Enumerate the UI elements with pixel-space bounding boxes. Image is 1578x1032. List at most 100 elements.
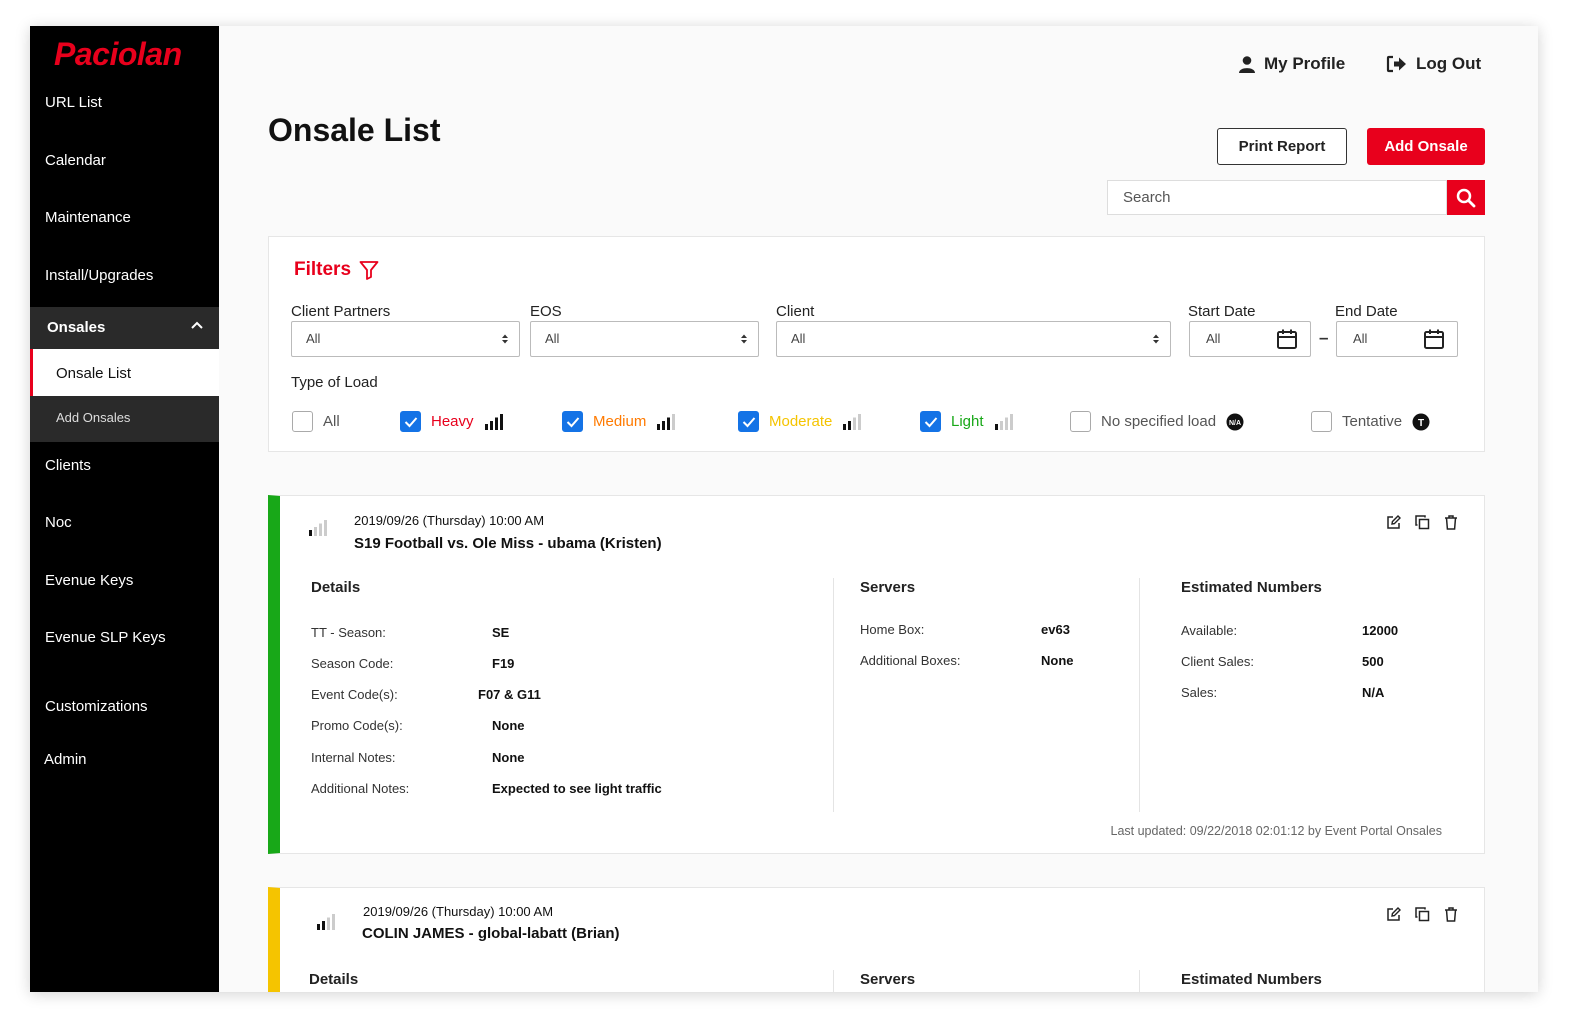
load-type-medium[interactable]: Medium [562, 411, 676, 432]
delete-icon[interactable] [1444, 515, 1458, 530]
onsale-name: COLIN JAMES - global-labatt (Brian) [362, 925, 620, 942]
detail-value: F19 [492, 656, 515, 671]
column-divider [833, 970, 834, 992]
sidebar-item-maintenance[interactable]: Maintenance [45, 209, 131, 226]
eos-label: EOS [530, 303, 562, 320]
svg-text:T: T [1418, 417, 1424, 428]
eos-select[interactable]: All [530, 321, 759, 357]
start-date-value: All [1206, 331, 1221, 346]
search-input[interactable]: Search [1107, 180, 1447, 215]
server-value: ev63 [1041, 622, 1070, 637]
detail-value: None [492, 718, 525, 733]
column-divider [833, 578, 834, 812]
user-icon [1239, 56, 1255, 73]
sidebar-group-onsales[interactable]: Onsales [30, 307, 219, 349]
check-icon [566, 416, 579, 427]
sidebar-item-evenue-slp-keys[interactable]: Evenue SLP Keys [45, 629, 166, 646]
load-type-tentative[interactable]: Tentative T [1311, 411, 1430, 432]
copy-icon[interactable] [1415, 907, 1430, 922]
sidebar-item-customizations[interactable]: Customizations [45, 698, 148, 715]
search-button[interactable] [1447, 180, 1485, 215]
sidebar-item-install-upgrades[interactable]: Install/Upgrades [45, 267, 153, 284]
filter-icon [359, 261, 379, 280]
column-divider [1139, 970, 1140, 992]
load-type-label: No specified load [1101, 413, 1217, 430]
load-type-all[interactable]: All [292, 411, 340, 432]
load-type-light[interactable]: Light [920, 411, 1014, 432]
print-report-button[interactable]: Print Report [1217, 128, 1347, 165]
onsale-actions [1386, 907, 1458, 922]
server-label: Additional Boxes: [860, 653, 961, 668]
my-profile-link[interactable]: My Profile [1238, 54, 1345, 74]
start-date-label: Start Date [1188, 303, 1256, 320]
client-partners-value: All [306, 331, 321, 346]
detail-label: Season Code: [311, 656, 394, 671]
load-type-label: Heavy [431, 413, 474, 430]
checkbox-checked[interactable] [562, 411, 583, 432]
checkbox[interactable] [1311, 411, 1332, 432]
filters-title: Filters [294, 259, 352, 280]
delete-icon[interactable] [1444, 907, 1458, 922]
end-date-value: All [1353, 331, 1368, 346]
detail-value: Expected to see light traffic [492, 781, 662, 796]
sidebar-item-admin[interactable]: Admin [44, 751, 87, 768]
log-out-link[interactable]: Log Out [1386, 54, 1481, 74]
onsale-date: 2019/09/26 (Thursday) 10:00 AM [354, 513, 545, 528]
load-type-label: Medium [593, 413, 647, 430]
client-label: Client [776, 303, 815, 320]
edit-icon[interactable] [1386, 515, 1401, 530]
edit-icon[interactable] [1386, 907, 1401, 922]
client-partners-select[interactable]: All [291, 321, 520, 357]
signal-moderate-icon [843, 413, 862, 430]
load-type-no-specified[interactable]: No specified load N/A [1070, 411, 1244, 432]
detail-value: F07 & G11 [478, 687, 541, 702]
client-partners-label: Client Partners [291, 303, 391, 320]
detail-label: Additional Notes: [311, 781, 410, 796]
detail-label: Promo Code(s): [311, 718, 403, 733]
detail-value: None [492, 750, 525, 765]
sidebar-item-noc[interactable]: Noc [45, 514, 72, 531]
calendar-icon[interactable] [1276, 328, 1298, 350]
checkbox[interactable] [292, 411, 313, 432]
details-heading: Details [311, 579, 361, 596]
page-title: Onsale List [268, 112, 441, 148]
load-type-label: Tentative [1342, 413, 1403, 430]
number-value: 12000 [1362, 623, 1399, 638]
sidebar-item-calendar[interactable]: Calendar [45, 152, 106, 169]
check-icon [404, 416, 417, 427]
chevron-up-icon [191, 321, 203, 329]
checkbox-checked[interactable] [738, 411, 759, 432]
servers-heading: Servers [860, 971, 916, 988]
sidebar-item-url-list[interactable]: URL List [45, 94, 102, 111]
paciolan-logo[interactable]: Paciolan [54, 36, 182, 73]
end-date-input[interactable]: All [1336, 321, 1458, 357]
type-of-load-label: Type of Load [291, 374, 378, 391]
server-value: None [1041, 653, 1074, 668]
sidebar-item-add-onsales[interactable]: Add Onsales [30, 396, 219, 442]
sidebar-item-evenue-keys[interactable]: Evenue Keys [45, 572, 133, 589]
load-type-heavy[interactable]: Heavy [400, 411, 504, 432]
client-value: All [791, 331, 806, 346]
start-date-input[interactable]: All [1189, 321, 1311, 357]
add-onsale-button[interactable]: Add Onsale [1367, 128, 1485, 165]
sidebar-item-onsale-list[interactable]: Onsale List [30, 349, 219, 396]
onsale-date: 2019/09/26 (Thursday) 10:00 AM [363, 904, 554, 919]
checkbox-checked[interactable] [920, 411, 941, 432]
load-type-moderate[interactable]: Moderate [738, 411, 862, 432]
load-type-label: All [323, 413, 340, 430]
detail-label: Event Code(s): [311, 687, 398, 702]
sidebar-group-label: Onsales [47, 319, 106, 336]
signal-light-icon [994, 413, 1013, 430]
checkbox-checked[interactable] [400, 411, 421, 432]
svg-text:N/A: N/A [1229, 419, 1241, 426]
copy-icon[interactable] [1415, 515, 1430, 530]
number-label: Available: [1181, 623, 1238, 638]
client-select[interactable]: All [776, 321, 1171, 357]
app-window: Paciolan URL List Calendar Maintenance I… [30, 26, 1538, 992]
number-label: Client Sales: [1181, 654, 1254, 669]
checkbox[interactable] [1070, 411, 1091, 432]
signal-medium-icon [657, 413, 676, 430]
sidebar-item-clients[interactable]: Clients [45, 457, 91, 474]
calendar-icon[interactable] [1423, 328, 1445, 350]
check-icon [924, 416, 937, 427]
